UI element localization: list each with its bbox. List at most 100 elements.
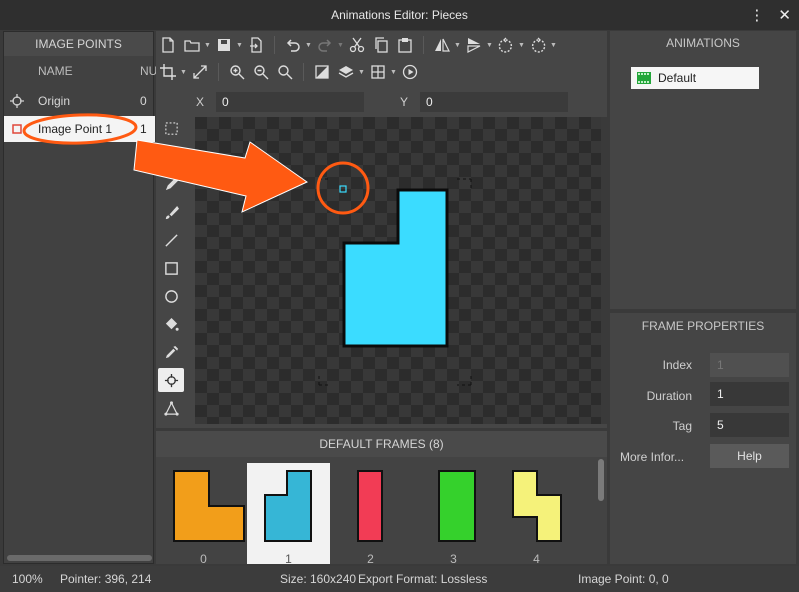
tool-palette — [158, 116, 186, 424]
select-rect-icon[interactable] — [158, 116, 184, 140]
export-format: Export Format: Lossless — [358, 572, 488, 586]
zoom-in-icon[interactable] — [225, 61, 249, 83]
pencil-icon[interactable] — [158, 172, 184, 196]
tag-label: Tag — [672, 419, 692, 433]
duration-label: Duration — [646, 389, 692, 403]
image-point-row-selected[interactable]: Image Point 1 1 — [4, 116, 155, 142]
x-label: X — [196, 95, 205, 109]
zoom-out-icon[interactable] — [249, 61, 273, 83]
crop-dropdown-icon[interactable]: ▼ — [180, 69, 188, 76]
status-bar: 100% Pointer: 396, 214 Size: 160x240 Exp… — [0, 566, 799, 592]
image-point-name: Image Point 1 — [38, 122, 113, 136]
zoom-reset-icon[interactable] — [273, 61, 297, 83]
image-point-tool-icon[interactable] — [158, 368, 184, 392]
close-icon[interactable]: ✕ — [778, 6, 791, 24]
flip-vertical-icon[interactable] — [462, 34, 486, 56]
frame-number: 3 — [450, 552, 457, 566]
image-point-number: 1 — [140, 122, 147, 136]
redo-icon[interactable] — [313, 34, 337, 56]
background-toggle-icon[interactable] — [310, 61, 334, 83]
animation-item[interactable]: Default — [631, 67, 759, 89]
image-editor-panel: ▼ ▼ ▼ ▼ ▼ ▼ ▼ ▼ ▼ ▼ ▼ X 0 Y 0 — [156, 31, 607, 428]
image-size: Size: 160x240 — [280, 572, 357, 586]
y-label: Y — [400, 95, 409, 109]
frames-panel: DEFAULT FRAMES (8) 0 1 2 3 4 — [156, 431, 607, 566]
frame-thumbnail-image — [264, 470, 312, 542]
rotate-cw-icon[interactable] — [526, 34, 550, 56]
animations-title: ANIMATIONS — [666, 36, 740, 50]
undo-dropdown-icon[interactable]: ▼ — [305, 42, 313, 49]
animation-name: Default — [658, 71, 697, 85]
frames-title: DEFAULT FRAMES (8) — [319, 437, 444, 451]
brush-icon[interactable] — [158, 200, 184, 224]
filmstrip-icon — [637, 72, 651, 84]
pointer-position: Pointer: 396, 214 — [60, 572, 152, 586]
help-button[interactable]: Help — [710, 444, 789, 468]
image-points-panel: IMAGE POINTS NAME NU Origin 0 Image Poin… — [3, 31, 157, 564]
rotate-ccw-dropdown-icon[interactable]: ▼ — [518, 42, 526, 49]
rectangle-icon[interactable] — [158, 256, 184, 280]
grid-dropdown-icon[interactable]: ▼ — [390, 69, 398, 76]
kebab-menu-icon[interactable]: ⋮ — [749, 6, 764, 24]
frame-thumbnail-image — [512, 470, 562, 542]
color-picker-icon[interactable] — [158, 340, 184, 364]
grid-icon[interactable] — [366, 61, 390, 83]
rotate-cw-dropdown-icon[interactable]: ▼ — [550, 42, 558, 49]
new-file-icon[interactable] — [156, 34, 180, 56]
title-bar: Animations Editor: Pieces ⋮ ✕ — [0, 0, 799, 30]
canvas-drawing — [318, 178, 472, 386]
canvas-piece — [342, 188, 449, 348]
export-icon[interactable] — [244, 34, 268, 56]
collision-polygon-icon[interactable] — [158, 396, 184, 420]
index-field: 1 — [710, 353, 789, 377]
layers-icon[interactable] — [334, 61, 358, 83]
open-folder-icon[interactable] — [180, 34, 204, 56]
index-label: Index — [662, 358, 692, 372]
flip-horizontal-dropdown-icon[interactable]: ▼ — [454, 42, 462, 49]
tag-field[interactable]: 5 — [710, 413, 789, 437]
line-icon[interactable] — [158, 228, 184, 252]
play-icon[interactable] — [398, 61, 422, 83]
column-number-header[interactable]: NU — [140, 64, 157, 78]
more-info-label: More Infor... — [620, 450, 685, 464]
flip-horizontal-icon[interactable] — [430, 34, 454, 56]
zoom-level: 100% — [12, 572, 43, 586]
y-field[interactable]: 0 — [420, 92, 568, 112]
frame-thumbnail-image — [173, 470, 245, 542]
frame-thumbnail[interactable]: 3 — [412, 463, 495, 566]
copy-icon[interactable] — [369, 34, 393, 56]
frame-thumbnail[interactable]: 2 — [329, 463, 412, 566]
cut-icon[interactable] — [345, 34, 369, 56]
save-icon[interactable] — [212, 34, 236, 56]
horizontal-scrollbar[interactable] — [7, 555, 152, 561]
undo-icon[interactable] — [281, 34, 305, 56]
image-canvas[interactable] — [195, 117, 602, 424]
image-point-marker-icon — [12, 124, 22, 134]
frame-thumbnail-selected[interactable]: 1 — [247, 463, 330, 566]
frames-scrollbar[interactable] — [598, 459, 604, 501]
fill-bucket-icon[interactable] — [158, 312, 184, 336]
x-field[interactable]: 0 — [216, 92, 364, 112]
image-point-marker[interactable] — [339, 185, 347, 193]
ellipse-icon[interactable] — [158, 284, 184, 308]
resize-icon[interactable] — [188, 61, 212, 83]
paste-icon[interactable] — [393, 34, 417, 56]
crop-icon[interactable] — [156, 61, 180, 83]
frame-properties-panel: FRAME PROPERTIES Index 1 Duration 1 Tag … — [610, 313, 796, 564]
toolbar-row-1: ▼ ▼ ▼ ▼ ▼ ▼ ▼ ▼ — [156, 32, 607, 58]
coordinate-fields: X 0 Y 0 — [196, 91, 568, 113]
layers-dropdown-icon[interactable]: ▼ — [358, 69, 366, 76]
canvas-vertical-scrollbar[interactable] — [601, 117, 607, 424]
duration-field[interactable]: 1 — [710, 382, 789, 406]
image-point-name: Origin — [38, 94, 71, 108]
open-dropdown-icon[interactable]: ▼ — [204, 42, 212, 49]
frame-thumbnail[interactable]: 4 — [495, 463, 578, 566]
frame-thumbnail[interactable]: 0 — [162, 463, 245, 566]
rotate-ccw-icon[interactable] — [494, 34, 518, 56]
image-point-row[interactable]: Origin 0 — [4, 88, 155, 114]
column-name-header[interactable]: NAME — [38, 64, 73, 78]
redo-dropdown-icon[interactable]: ▼ — [337, 42, 345, 49]
save-dropdown-icon[interactable]: ▼ — [236, 42, 244, 49]
frame-number: 2 — [367, 552, 374, 566]
flip-vertical-dropdown-icon[interactable]: ▼ — [486, 42, 494, 49]
